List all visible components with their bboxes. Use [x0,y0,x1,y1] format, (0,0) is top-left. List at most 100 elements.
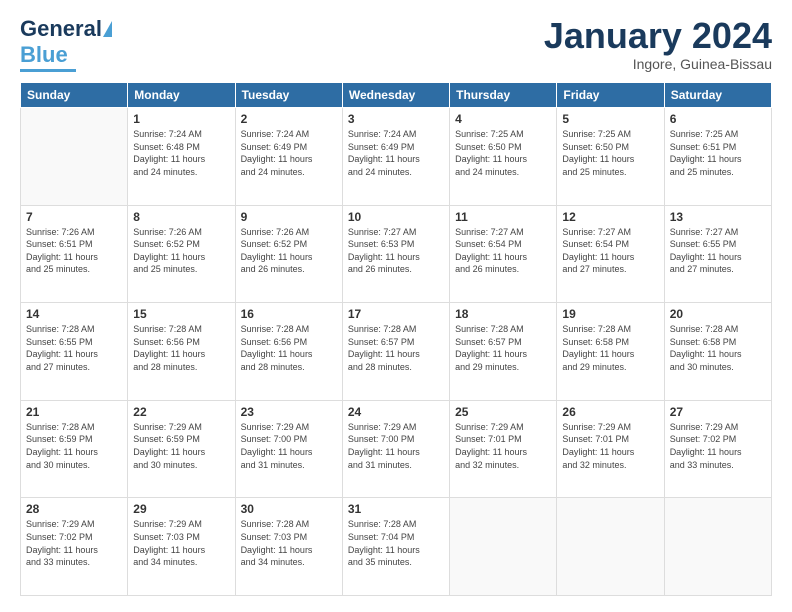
day-info: Sunrise: 7:28 AM Sunset: 6:56 PM Dayligh… [133,323,229,373]
day-number: 5 [562,112,658,126]
day-number: 31 [348,502,444,516]
day-number: 11 [455,210,551,224]
day-number: 30 [241,502,337,516]
day-info: Sunrise: 7:27 AM Sunset: 6:53 PM Dayligh… [348,226,444,276]
day-info: Sunrise: 7:28 AM Sunset: 7:04 PM Dayligh… [348,518,444,568]
table-row: 31 Sunrise: 7:28 AM Sunset: 7:04 PM Dayli… [342,498,449,596]
table-row: 19Sunrise: 7:28 AM Sunset: 6:58 PM Dayli… [557,303,664,401]
table-row: 5Sunrise: 7:25 AM Sunset: 6:50 PM Daylig… [557,108,664,206]
header-monday: Monday [128,83,235,108]
calendar-header-row: Sunday Monday Tuesday Wednesday Thursday… [21,83,772,108]
table-row: 30 Sunrise: 7:28 AM Sunset: 7:03 PM Dayli… [235,498,342,596]
day-number: 15 [133,307,229,321]
day-number: 23 [241,405,337,419]
day-info: Sunrise: 7:28 AM Sunset: 6:58 PM Dayligh… [670,323,766,373]
header-friday: Friday [557,83,664,108]
header: General Blue January 2024 Ingore, Guinea… [20,16,772,72]
day-info: Sunrise: 7:28 AM Sunset: 6:58 PM Dayligh… [562,323,658,373]
day-info: Sunrise: 7:28 AM Sunset: 6:57 PM Dayligh… [455,323,551,373]
calendar-week-row: 28 Sunrise: 7:29 AM Sunset: 7:02 PM Dayli… [21,498,772,596]
day-number: 24 [348,405,444,419]
logo-general: General [20,16,102,42]
table-row: 23 Sunrise: 7:29 AM Sunset: 7:00 PM Dayli… [235,400,342,498]
table-row: 8Sunrise: 7:26 AM Sunset: 6:52 PM Daylig… [128,205,235,303]
day-number: 14 [26,307,122,321]
day-number: 13 [670,210,766,224]
table-row: 27 Sunrise: 7:29 AM Sunset: 7:02 PM Dayli… [664,400,771,498]
table-row: 11 Sunrise: 7:27 AM Sunset: 6:54 PM Dayli… [450,205,557,303]
header-wednesday: Wednesday [342,83,449,108]
day-number: 20 [670,307,766,321]
day-info: Sunrise: 7:29 AM Sunset: 7:02 PM Dayligh… [26,518,122,568]
header-sunday: Sunday [21,83,128,108]
table-row: 17 Sunrise: 7:28 AM Sunset: 6:57 PM Dayli… [342,303,449,401]
day-info: Sunrise: 7:24 AM Sunset: 6:49 PM Dayligh… [348,128,444,178]
calendar: Sunday Monday Tuesday Wednesday Thursday… [20,82,772,596]
day-number: 9 [241,210,337,224]
table-row: 22 Sunrise: 7:29 AM Sunset: 6:59 PM Dayli… [128,400,235,498]
day-number: 8 [133,210,229,224]
day-info: Sunrise: 7:28 AM Sunset: 6:56 PM Dayligh… [241,323,337,373]
day-info: Sunrise: 7:29 AM Sunset: 7:00 PM Dayligh… [241,421,337,471]
table-row: 3 Sunrise: 7:24 AM Sunset: 6:49 PM Daylig… [342,108,449,206]
day-number: 26 [562,405,658,419]
day-info: Sunrise: 7:28 AM Sunset: 6:57 PM Dayligh… [348,323,444,373]
logo-blue: Blue [20,42,68,68]
day-number: 12 [562,210,658,224]
table-row: 2 Sunrise: 7:24 AM Sunset: 6:49 PM Daylig… [235,108,342,206]
table-row [664,498,771,596]
day-info: Sunrise: 7:24 AM Sunset: 6:49 PM Dayligh… [241,128,337,178]
location: Ingore, Guinea-Bissau [544,56,772,72]
table-row: 29 Sunrise: 7:29 AM Sunset: 7:03 PM Dayli… [128,498,235,596]
day-info: Sunrise: 7:26 AM Sunset: 6:51 PM Dayligh… [26,226,122,276]
day-info: Sunrise: 7:24 AM Sunset: 6:48 PM Dayligh… [133,128,229,178]
day-info: Sunrise: 7:28 AM Sunset: 6:59 PM Dayligh… [26,421,122,471]
day-info: Sunrise: 7:26 AM Sunset: 6:52 PM Dayligh… [241,226,337,276]
day-info: Sunrise: 7:29 AM Sunset: 7:03 PM Dayligh… [133,518,229,568]
calendar-week-row: 7 Sunrise: 7:26 AM Sunset: 6:51 PM Daylig… [21,205,772,303]
day-number: 27 [670,405,766,419]
day-number: 3 [348,112,444,126]
table-row: 16 Sunrise: 7:28 AM Sunset: 6:56 PM Dayli… [235,303,342,401]
day-info: Sunrise: 7:25 AM Sunset: 6:51 PM Dayligh… [670,128,766,178]
calendar-week-row: 14 Sunrise: 7:28 AM Sunset: 6:55 PM Dayli… [21,303,772,401]
day-info: Sunrise: 7:28 AM Sunset: 6:55 PM Dayligh… [26,323,122,373]
day-info: Sunrise: 7:29 AM Sunset: 6:59 PM Dayligh… [133,421,229,471]
table-row: 10 Sunrise: 7:27 AM Sunset: 6:53 PM Dayli… [342,205,449,303]
day-number: 16 [241,307,337,321]
header-saturday: Saturday [664,83,771,108]
table-row: 7 Sunrise: 7:26 AM Sunset: 6:51 PM Daylig… [21,205,128,303]
table-row [557,498,664,596]
day-number: 2 [241,112,337,126]
day-number: 6 [670,112,766,126]
logo-triangle-icon [103,21,112,37]
table-row [21,108,128,206]
table-row: 20 Sunrise: 7:28 AM Sunset: 6:58 PM Dayli… [664,303,771,401]
day-number: 28 [26,502,122,516]
day-info: Sunrise: 7:27 AM Sunset: 6:54 PM Dayligh… [562,226,658,276]
day-number: 29 [133,502,229,516]
day-number: 21 [26,405,122,419]
table-row: 28 Sunrise: 7:29 AM Sunset: 7:02 PM Dayli… [21,498,128,596]
day-number: 7 [26,210,122,224]
table-row: 24Sunrise: 7:29 AM Sunset: 7:00 PM Dayli… [342,400,449,498]
table-row: 9 Sunrise: 7:26 AM Sunset: 6:52 PM Daylig… [235,205,342,303]
page: General Blue January 2024 Ingore, Guinea… [0,0,792,612]
day-number: 10 [348,210,444,224]
table-row: 15 Sunrise: 7:28 AM Sunset: 6:56 PM Dayli… [128,303,235,401]
day-number: 22 [133,405,229,419]
day-number: 17 [348,307,444,321]
table-row [450,498,557,596]
day-info: Sunrise: 7:28 AM Sunset: 7:03 PM Dayligh… [241,518,337,568]
day-info: Sunrise: 7:27 AM Sunset: 6:55 PM Dayligh… [670,226,766,276]
day-number: 18 [455,307,551,321]
table-row: 25Sunrise: 7:29 AM Sunset: 7:01 PM Dayli… [450,400,557,498]
calendar-week-row: 1Sunrise: 7:24 AM Sunset: 6:48 PM Daylig… [21,108,772,206]
header-tuesday: Tuesday [235,83,342,108]
day-info: Sunrise: 7:29 AM Sunset: 7:02 PM Dayligh… [670,421,766,471]
logo: General Blue [20,16,113,72]
day-info: Sunrise: 7:27 AM Sunset: 6:54 PM Dayligh… [455,226,551,276]
table-row: 14 Sunrise: 7:28 AM Sunset: 6:55 PM Dayli… [21,303,128,401]
table-row: 12 Sunrise: 7:27 AM Sunset: 6:54 PM Dayli… [557,205,664,303]
calendar-week-row: 21 Sunrise: 7:28 AM Sunset: 6:59 PM Dayli… [21,400,772,498]
